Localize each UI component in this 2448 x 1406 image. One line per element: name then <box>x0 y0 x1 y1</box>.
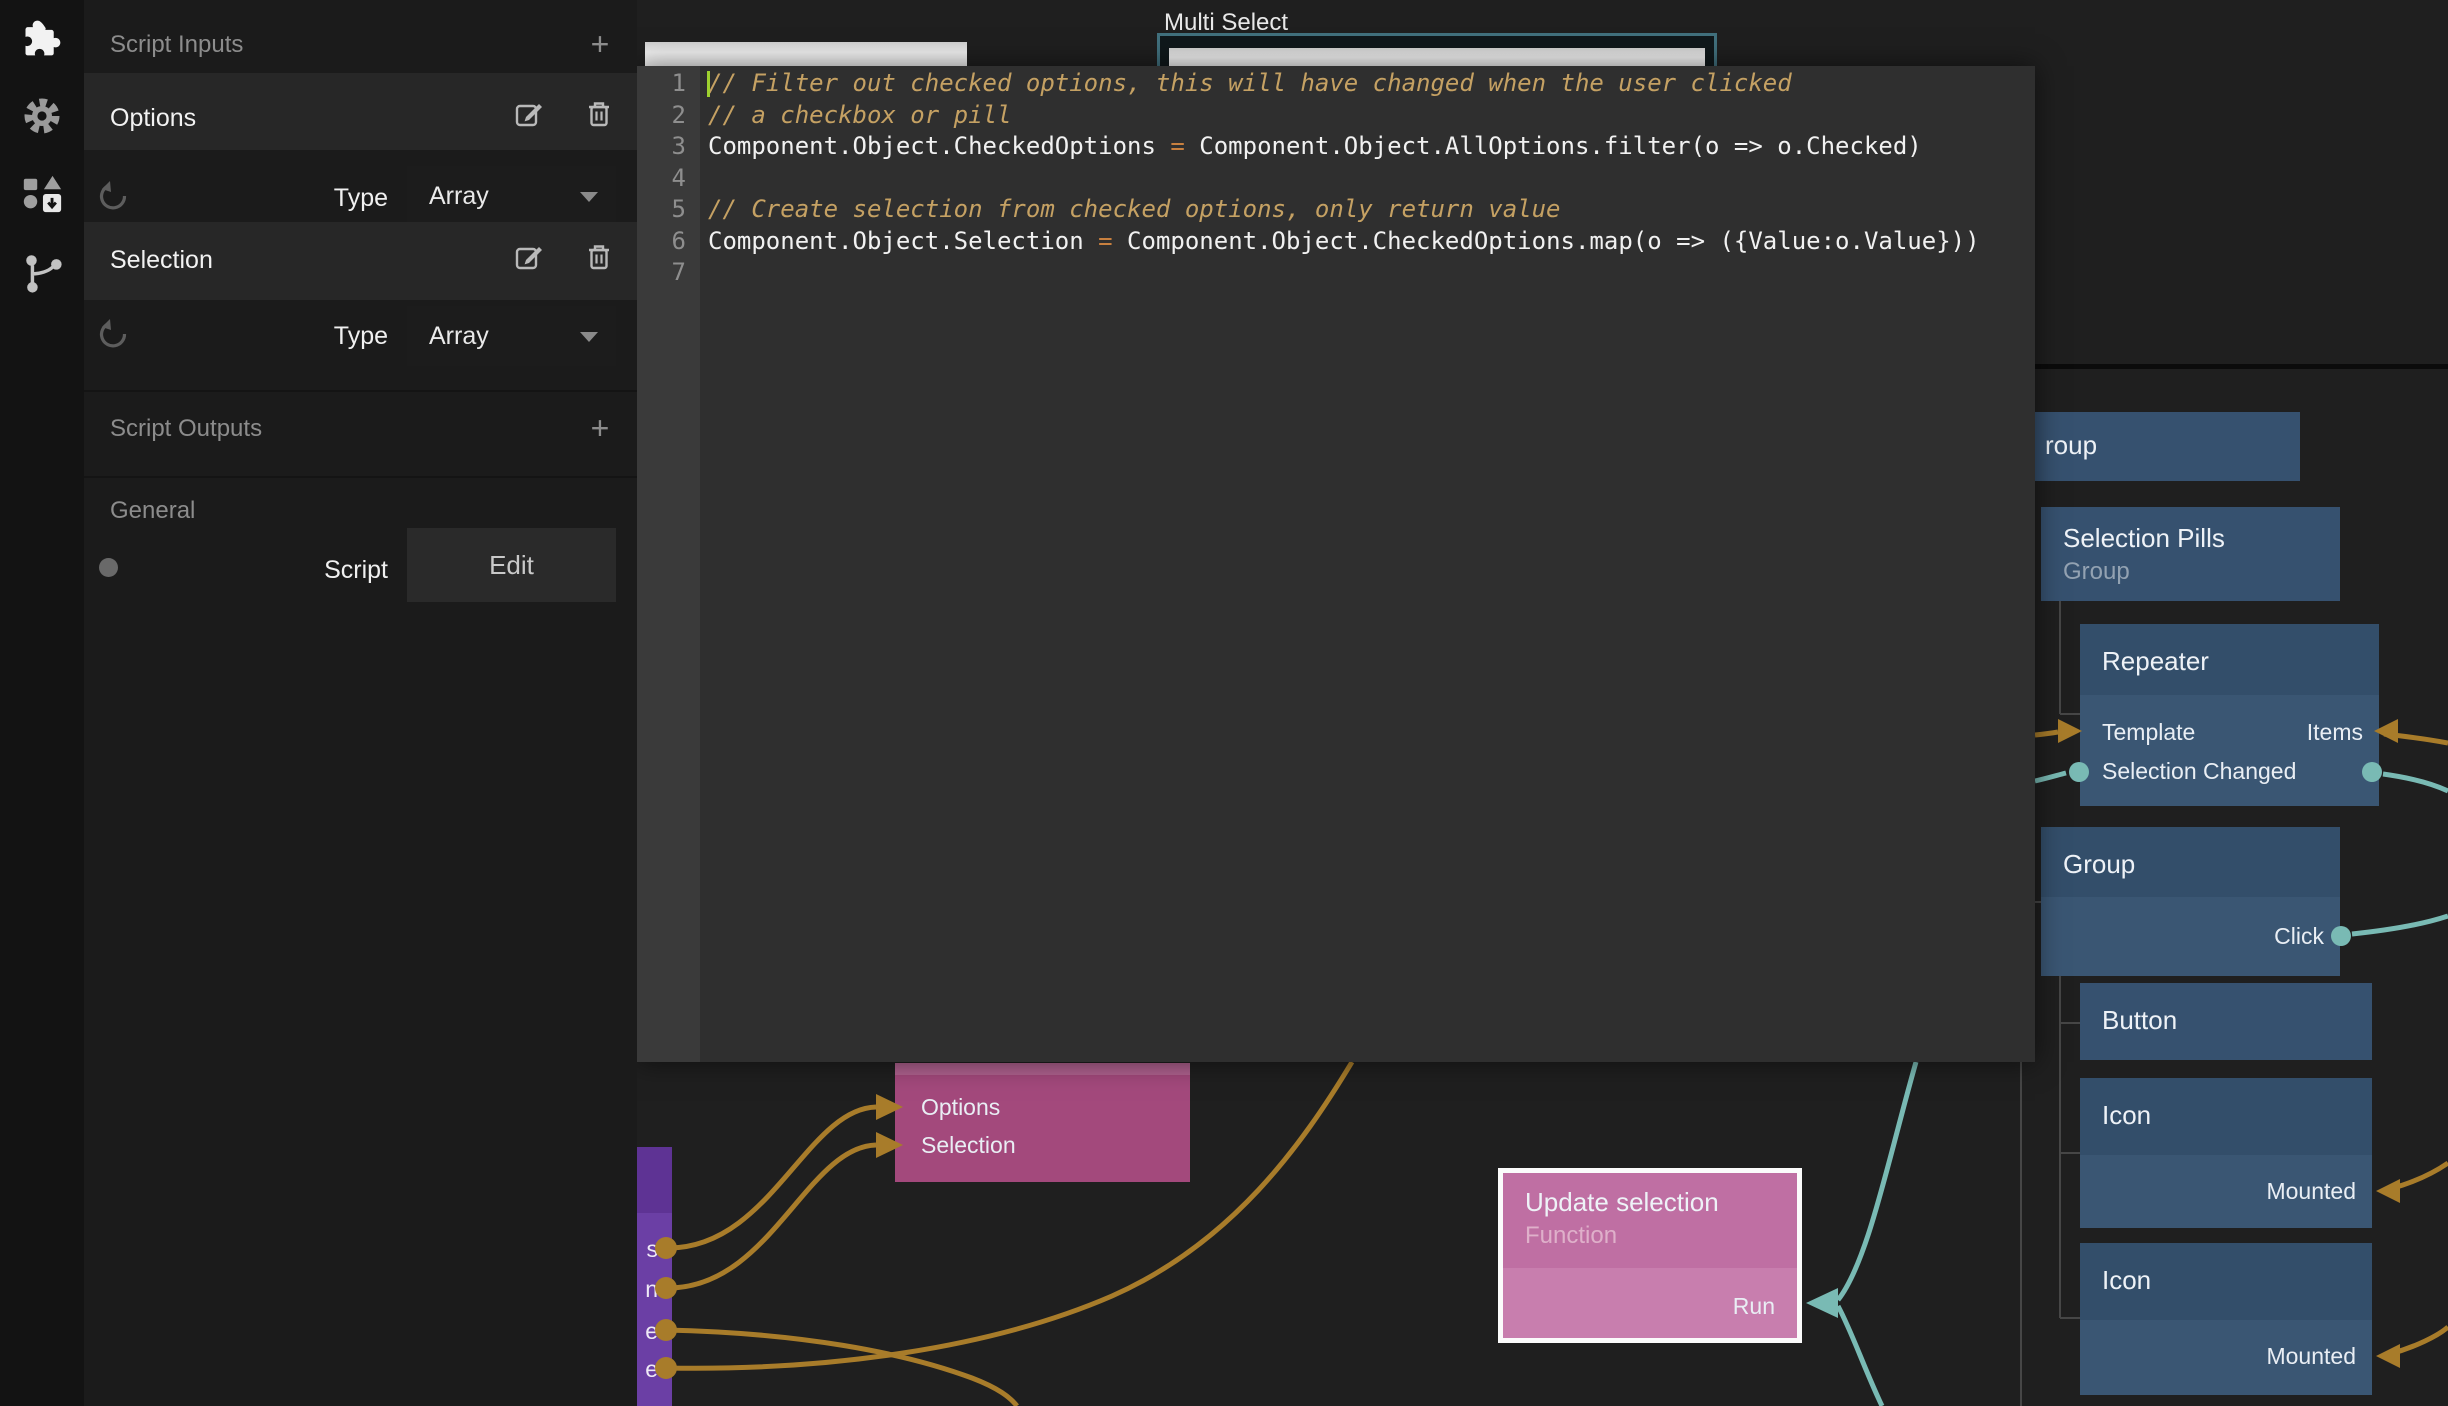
port-mounted[interactable]: Mounted <box>2266 1178 2356 1205</box>
rename-input-icon[interactable] <box>514 242 544 272</box>
node-icon-1[interactable]: Icon Mounted <box>2080 1078 2372 1228</box>
section-divider <box>84 476 637 478</box>
reset-type-icon[interactable] <box>97 180 129 212</box>
node-group-clipped[interactable]: roup <box>2035 412 2300 481</box>
preview-input-bar <box>645 42 967 68</box>
script-code-editor[interactable]: 1// Filter out checked options, this wil… <box>637 66 2035 1062</box>
script-label: Script <box>324 556 388 585</box>
reset-type-icon[interactable] <box>97 318 129 350</box>
section-script-inputs: Script Inputs <box>110 31 243 59</box>
node-title: Update selection <box>1525 1187 1797 1218</box>
code-line[interactable]: 2// a checkbox or pill <box>637 100 2035 132</box>
code-line[interactable]: 7 <box>637 257 2035 289</box>
chevron-down-icon <box>580 192 598 202</box>
add-output-button[interactable]: + <box>580 410 620 447</box>
node-title: Icon <box>2102 1100 2372 1131</box>
type-select-value: Array <box>429 306 489 366</box>
code-lines[interactable]: 1// Filter out checked options, this wil… <box>637 68 2035 289</box>
node-update-selection[interactable]: Update selection Function Run <box>1498 1168 1802 1343</box>
port-template[interactable]: Template <box>2102 719 2195 746</box>
code-line[interactable]: 3Component.Object.CheckedOptions = Compo… <box>637 131 2035 163</box>
node-header <box>637 1147 672 1213</box>
input-name-options: Options <box>110 104 196 133</box>
version-control-branch-icon[interactable] <box>20 250 64 294</box>
node-button[interactable]: Button <box>2080 983 2372 1060</box>
node-icon-2[interactable]: Icon Mounted <box>2080 1243 2372 1395</box>
node-library-icon[interactable] <box>20 172 64 216</box>
input-name-selection: Selection <box>110 246 213 275</box>
delete-input-icon[interactable] <box>584 242 614 272</box>
port-label-fragment: e <box>637 1318 658 1345</box>
node-group[interactable]: Group Click <box>2041 827 2340 976</box>
node-title: roup <box>2035 412 2300 461</box>
delete-input-icon[interactable] <box>584 99 614 129</box>
settings-gear-icon[interactable] <box>20 94 64 138</box>
port-options[interactable]: Options <box>921 1094 1000 1121</box>
port-label-fragment: n <box>637 1276 658 1303</box>
node-component-object[interactable]: Options Selection <box>895 1063 1190 1182</box>
type-select-selection[interactable]: Array <box>407 306 616 366</box>
chevron-down-icon <box>580 332 598 342</box>
port-selection[interactable]: Selection <box>921 1132 1016 1159</box>
type-select-value: Array <box>429 166 489 226</box>
port-label-fragment: s <box>637 1236 658 1263</box>
section-general: General <box>110 497 195 525</box>
properties-panel: Script Inputs + Options Type Array Selec… <box>84 0 637 1406</box>
type-label: Type <box>324 322 388 351</box>
node-title: Repeater <box>2102 646 2379 677</box>
type-label: Type <box>324 184 388 213</box>
node-top-highlight <box>895 1063 1190 1075</box>
node-subtitle: Group <box>2063 558 2340 586</box>
add-input-button[interactable]: + <box>580 26 620 63</box>
canvas-section-divider <box>2035 364 2448 369</box>
port-label-fragment: e <box>637 1356 658 1383</box>
section-divider <box>84 390 637 392</box>
text-cursor <box>707 71 710 97</box>
script-port-dot <box>99 558 118 577</box>
tool-sidebar <box>0 0 84 1406</box>
node-title: Selection Pills <box>2063 523 2340 554</box>
code-line[interactable]: 6Component.Object.Selection = Component.… <box>637 226 2035 258</box>
code-line[interactable]: 4 <box>637 163 2035 195</box>
section-script-outputs: Script Outputs <box>110 415 262 443</box>
port-click[interactable]: Click <box>2274 923 2324 950</box>
code-line[interactable]: 1// Filter out checked options, this wil… <box>637 68 2035 100</box>
port-mounted[interactable]: Mounted <box>2266 1343 2356 1370</box>
type-select-options[interactable]: Array <box>407 166 616 226</box>
components-puzzle-icon[interactable] <box>20 16 64 60</box>
port-run[interactable]: Run <box>1733 1293 1775 1320</box>
node-selection-pills[interactable]: Selection Pills Group <box>2041 507 2340 601</box>
port-items[interactable]: Items <box>2307 719 2363 746</box>
node-repeater[interactable]: Repeater Template Items Selection Change… <box>2080 624 2379 806</box>
code-line[interactable]: 5// Create selection from checked option… <box>637 194 2035 226</box>
node-title: Icon <box>2102 1265 2372 1296</box>
edit-script-button[interactable]: Edit <box>407 528 616 602</box>
rename-input-icon[interactable] <box>514 99 544 129</box>
port-selection-changed[interactable]: Selection Changed <box>2102 758 2296 785</box>
node-title: Group <box>2063 849 2340 880</box>
node-subtitle: Function <box>1525 1222 1797 1250</box>
node-title: Button <box>2080 983 2372 1036</box>
app-window: roup Selection Pills Group Repeater Temp… <box>0 0 2448 1406</box>
